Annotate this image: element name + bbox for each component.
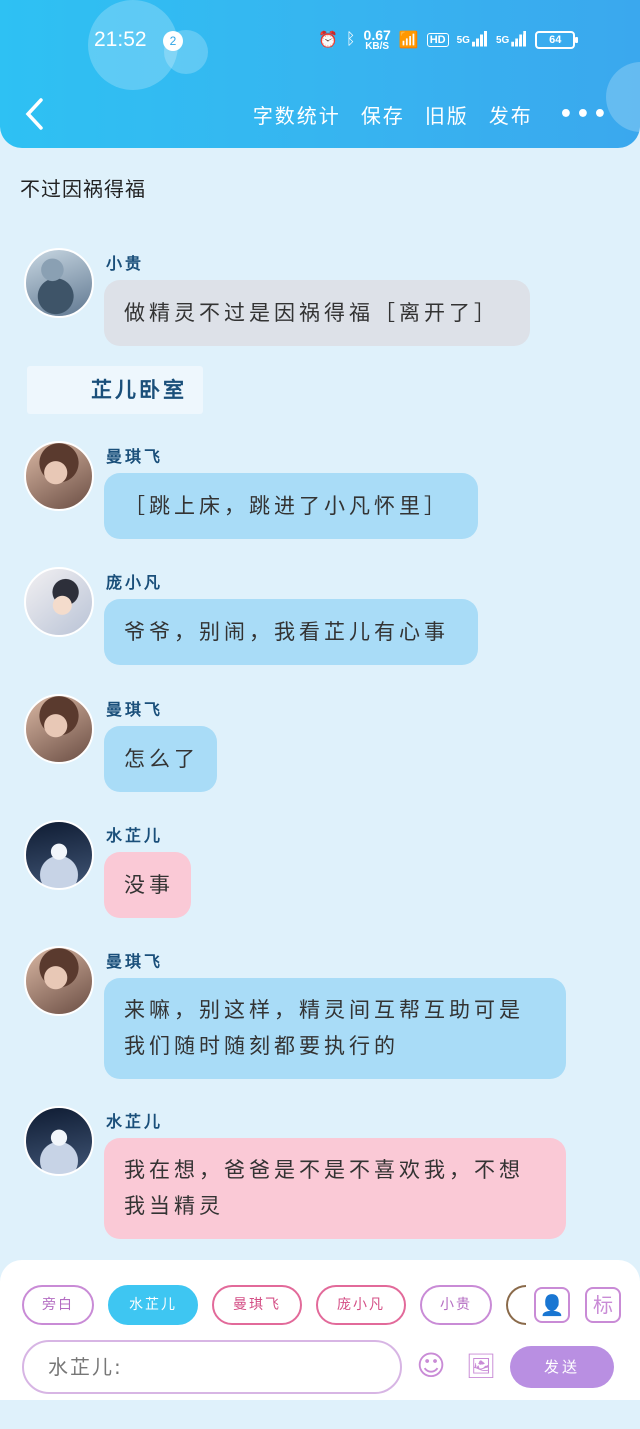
chip-narrator[interactable]: 旁白: [22, 1285, 94, 1325]
tag-button[interactable]: 标: [585, 1287, 621, 1323]
battery-icon: 64: [535, 31, 579, 49]
app-header: 21:52 2 ⏰ ᛒ 0.67 KB/S 📶 HD 5G 5G 64 字数统计…: [0, 0, 640, 148]
scene-label[interactable]: 芷儿卧室: [27, 366, 203, 414]
back-button[interactable]: [22, 96, 52, 132]
nav-bar: 字数统计 保存 旧版 发布 •••: [0, 96, 640, 136]
image-icon[interactable]: 🖼: [462, 1347, 500, 1385]
message-line: 我当精灵: [124, 1194, 224, 1218]
chip-partial[interactable]: [506, 1285, 526, 1325]
character-chips: 旁白 水芷儿 曼琪飞 庞小凡 小贵: [22, 1285, 526, 1325]
avatar: [24, 248, 94, 318]
message-bubble: 来嘛，别这样，精灵间互帮互助可是 我们随时随刻都要执行的: [104, 978, 566, 1079]
chip-shui-zhier[interactable]: 水芷儿: [108, 1285, 198, 1325]
avatar: [24, 946, 94, 1016]
hd-badge: HD: [426, 33, 449, 47]
message-bubble: 我在想，爸爸是不是不喜欢我，不想 我当精灵: [104, 1138, 566, 1239]
bluetooth-icon: ᛒ: [345, 31, 356, 48]
message-line: 我在想，爸爸是不是不喜欢我，不想: [124, 1158, 524, 1182]
speaker-name: 小贵: [106, 254, 145, 273]
signal-5g-2: 5G: [496, 30, 528, 47]
old-version-button[interactable]: 旧版: [425, 100, 469, 129]
send-button[interactable]: 发送: [510, 1346, 614, 1388]
chip-man-qifei[interactable]: 曼琪飞: [212, 1285, 302, 1325]
avatar: [24, 694, 94, 764]
message-bubble: 爷爷，别闹，我看芷儿有心事: [104, 599, 478, 665]
alarm-icon: ⏰: [318, 32, 338, 49]
save-button[interactable]: 保存: [361, 100, 405, 129]
avatar: [24, 567, 94, 637]
add-character-icon[interactable]: 👤: [534, 1287, 570, 1323]
network-speed: 0.67 KB/S: [363, 27, 391, 52]
chip-pang-xiaofan[interactable]: 庞小凡: [316, 1285, 406, 1325]
status-time: 21:52: [94, 28, 147, 51]
speaker-name: 曼琪飞: [106, 447, 164, 466]
speaker-name: 曼琪飞: [106, 700, 164, 719]
message-input[interactable]: 水芷儿:: [22, 1340, 402, 1394]
composer-panel: 旁白 水芷儿 曼琪飞 庞小凡 小贵 👤 标 水芷儿: ☺ 🖼 发送: [0, 1260, 640, 1400]
speaker-name: 曼琪飞: [106, 952, 164, 971]
word-count-button[interactable]: 字数统计: [253, 100, 341, 129]
avatar: [24, 1106, 94, 1176]
notification-count: 2: [163, 31, 183, 51]
message-bubble: 做精灵不过是因祸得福［离开了］: [104, 280, 530, 346]
speaker-name: 水芷儿: [106, 1112, 164, 1131]
bottom-strip: [0, 1400, 640, 1429]
status-bar: 21:52 2 ⏰ ᛒ 0.67 KB/S 📶 HD 5G 5G 64: [0, 24, 640, 60]
signal-5g-1: 5G: [457, 30, 488, 47]
avatar: [24, 441, 94, 511]
chevron-left-icon: [25, 98, 43, 130]
message-bubble: 怎么了: [104, 726, 217, 792]
chip-xiao-gui[interactable]: 小贵: [420, 1285, 492, 1325]
message-line: 来嘛，别这样，精灵间互帮互助可是: [124, 998, 524, 1022]
wifi-icon: 📶: [398, 32, 419, 49]
publish-button[interactable]: 发布: [489, 100, 533, 129]
avatar: [24, 820, 94, 890]
speaker-name: 庞小凡: [106, 573, 164, 592]
message-bubble: ［跳上床，跳进了小凡怀里］: [104, 473, 478, 539]
speaker-name: 水芷儿: [106, 826, 164, 845]
more-icon[interactable]: •••: [559, 102, 610, 127]
message-bubble: 没事: [104, 852, 191, 918]
nav-actions: 字数统计 保存 旧版 发布 •••: [253, 100, 610, 129]
story-title: 不过因祸得福: [20, 177, 146, 201]
status-icons: ⏰ ᛒ 0.67 KB/S 📶 HD 5G 5G 64: [318, 27, 579, 52]
emoji-icon[interactable]: ☺: [412, 1347, 450, 1385]
message-line: 我们随时随刻都要执行的: [124, 1034, 399, 1058]
